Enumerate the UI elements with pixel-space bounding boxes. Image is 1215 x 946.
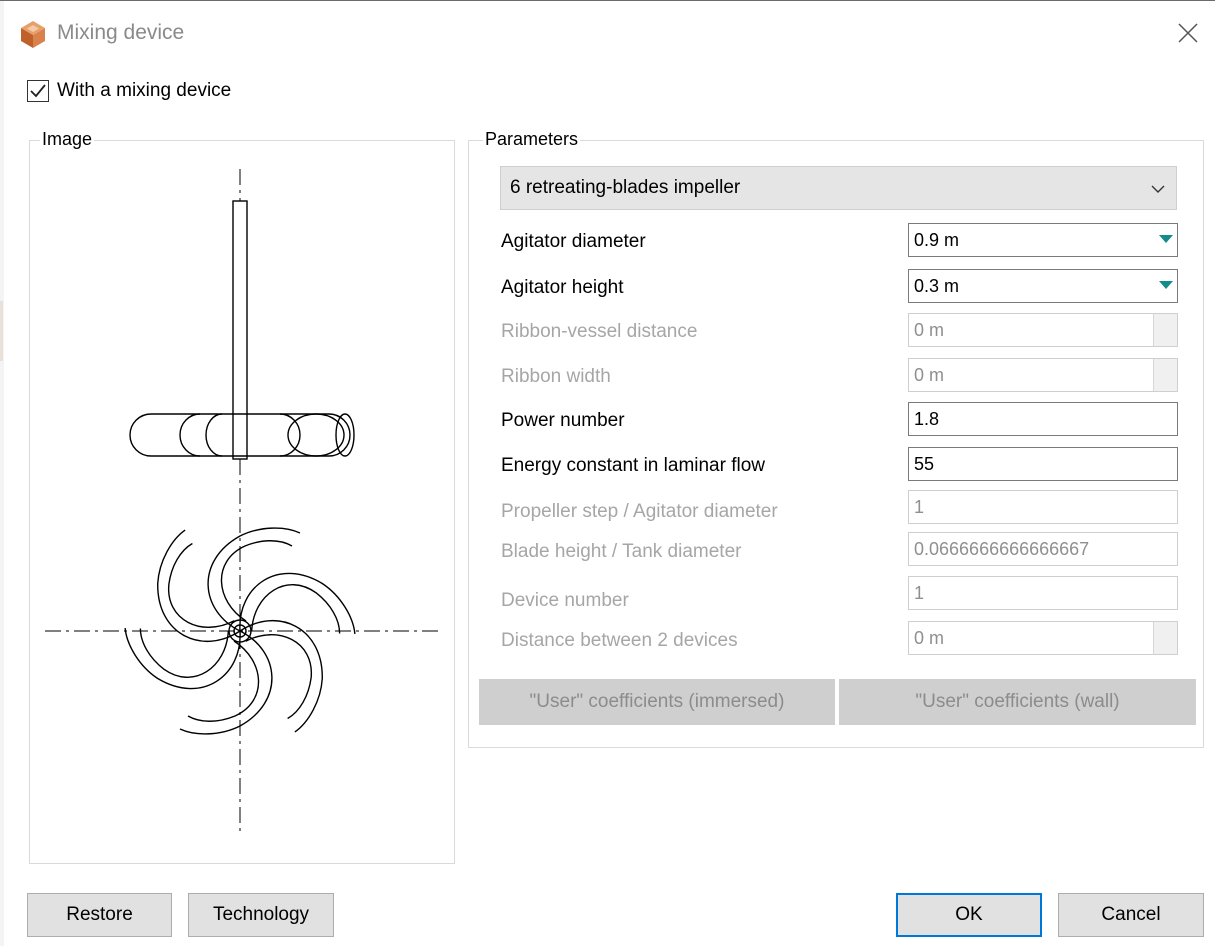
blade-height-value: 0.0666666666666667 [914, 539, 1090, 559]
parameters-group-legend: Parameters [483, 129, 581, 150]
agitator-diameter-label: Agitator diameter [501, 231, 646, 252]
cancel-button[interactable]: Cancel [1058, 893, 1204, 937]
energy-constant-value: 55 [914, 454, 935, 474]
ribbon-vessel-distance-label: Ribbon-vessel distance [501, 321, 698, 342]
impeller-type-value: 6 retreating-blades impeller [510, 177, 741, 198]
device-number-field[interactable]: 1 [908, 576, 1178, 610]
technology-button[interactable]: Technology [188, 893, 334, 937]
energy-constant-label: Energy constant in laminar flow [501, 455, 766, 476]
field-side-button[interactable] [1153, 359, 1177, 391]
distance-between-devices-field[interactable]: 0 m [908, 621, 1178, 655]
power-number-label: Power number [501, 410, 625, 431]
dropdown-arrow-icon[interactable] [1159, 281, 1173, 289]
power-number-field[interactable]: 1.8 [908, 402, 1178, 436]
impeller-diagram [45, 169, 438, 831]
device-number-label: Device number [501, 590, 629, 611]
power-number-value: 1.8 [914, 409, 940, 429]
ribbon-vessel-distance-value: 0 m [914, 320, 945, 340]
device-number-value: 1 [914, 583, 925, 603]
agitator-height-field[interactable]: 0.3 m [908, 269, 1178, 303]
dropdown-arrow-icon[interactable] [1159, 235, 1173, 243]
ribbon-vessel-distance-field[interactable]: 0 m [908, 313, 1178, 347]
agitator-diameter-field[interactable]: 0.9 m [908, 223, 1178, 257]
propeller-step-label: Propeller step / Agitator diameter [501, 501, 778, 522]
energy-constant-field[interactable]: 55 [908, 447, 1178, 481]
agitator-diameter-value: 0.9 m [914, 230, 960, 250]
propeller-step-field[interactable]: 1 [908, 490, 1178, 524]
distance-between-devices-label: Distance between 2 devices [501, 630, 738, 651]
close-icon[interactable] [1168, 15, 1208, 51]
distance-between-devices-value: 0 m [914, 628, 945, 648]
ribbon-width-label: Ribbon width [501, 366, 611, 387]
user-coefficients-wall-button[interactable]: "User" coefficients (wall) [839, 679, 1196, 725]
field-side-button[interactable] [1153, 622, 1177, 654]
user-coefficients-immersed-button[interactable]: "User" coefficients (immersed) [479, 679, 835, 725]
ribbon-width-value: 0 m [914, 365, 945, 385]
blade-height-label: Blade height / Tank diameter [501, 541, 742, 562]
propeller-step-value: 1 [914, 497, 925, 517]
chevron-down-icon [1151, 185, 1165, 193]
field-side-button[interactable] [1153, 314, 1177, 346]
mixing-device-dialog: Mixing device With a mixing device Image [0, 0, 1215, 946]
agitator-height-label: Agitator height [501, 277, 624, 298]
ok-button[interactable]: OK [896, 893, 1042, 937]
impeller-type-select[interactable]: 6 retreating-blades impeller [500, 166, 1177, 210]
restore-button[interactable]: Restore [27, 893, 172, 937]
ribbon-width-field[interactable]: 0 m [908, 358, 1178, 392]
agitator-height-value: 0.3 m [914, 276, 960, 296]
blade-height-field[interactable]: 0.0666666666666667 [908, 532, 1178, 566]
